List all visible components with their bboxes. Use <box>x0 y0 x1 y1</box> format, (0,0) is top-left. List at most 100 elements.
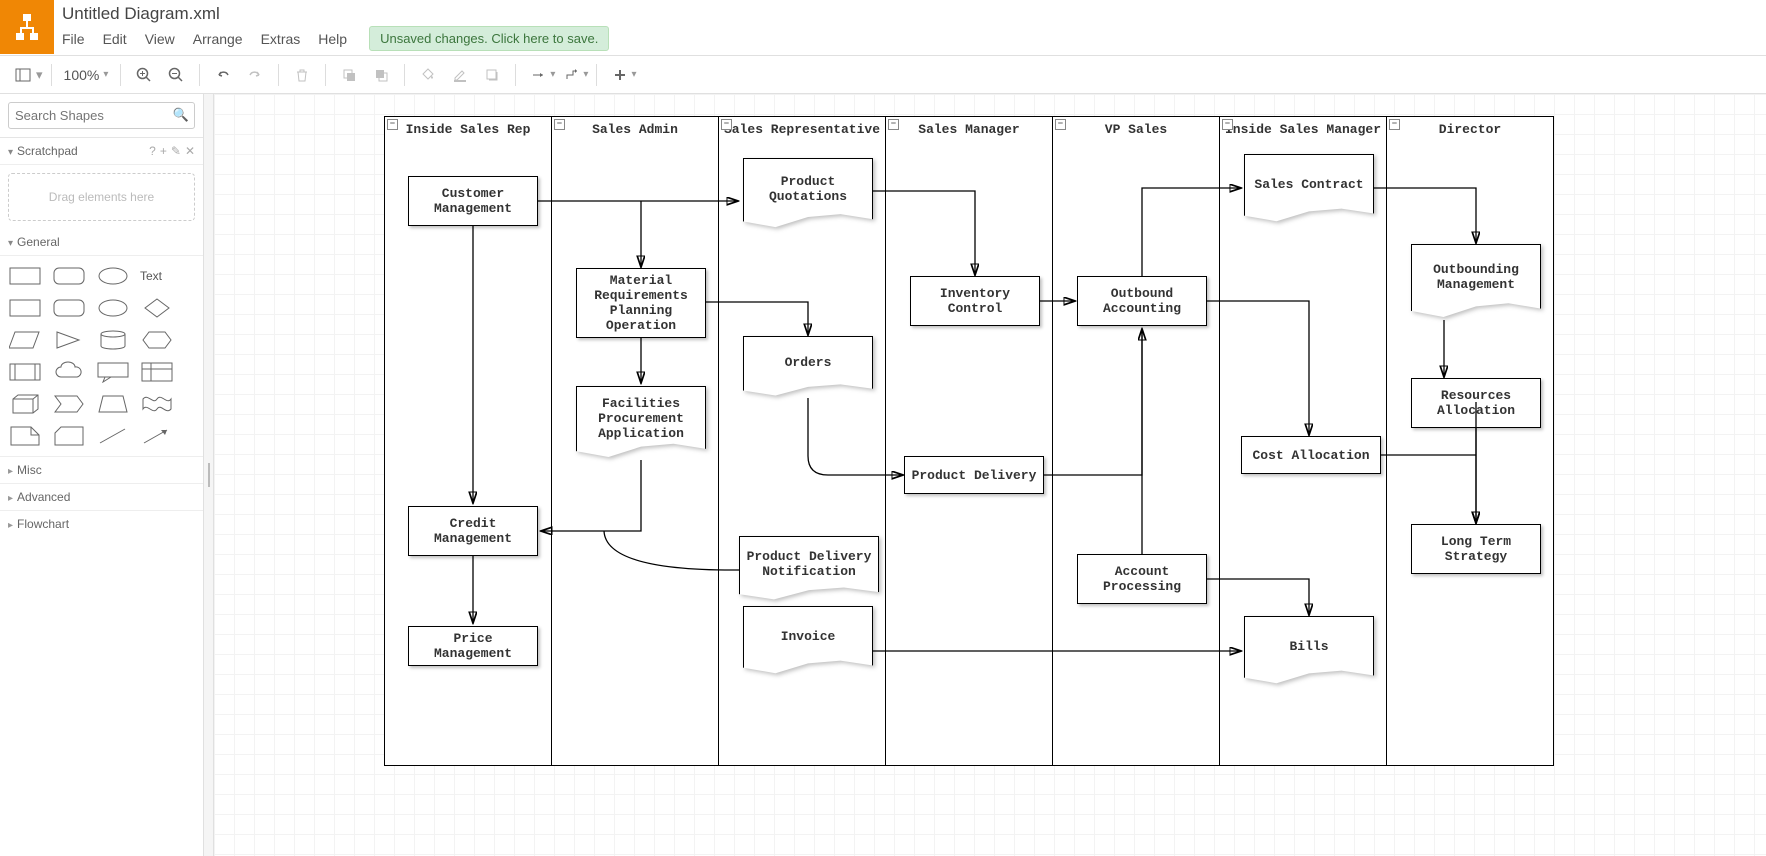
node-resources-alloc[interactable]: Resources Allocation <box>1411 378 1541 428</box>
lane-body[interactable] <box>1052 141 1220 766</box>
general-header[interactable]: ▾General <box>0 229 203 256</box>
shape-diamond[interactable] <box>140 296 174 320</box>
node-product-delivery[interactable]: Product Delivery <box>904 456 1044 494</box>
line-color-button[interactable] <box>445 60 475 90</box>
lane-header[interactable]: Director− <box>1386 116 1554 142</box>
shapes-palette: Text <box>0 256 203 456</box>
node-invoice[interactable]: Invoice <box>743 606 873 676</box>
shape-card[interactable] <box>52 424 86 448</box>
menubar: File Edit View Arrange Extras Help Unsav… <box>62 26 609 51</box>
zoom-in-button[interactable] <box>129 60 159 90</box>
shape-triangle[interactable] <box>52 328 86 352</box>
node-credit-management[interactable]: Credit Management <box>408 506 538 556</box>
node-account-proc[interactable]: Account Processing <box>1077 554 1207 604</box>
search-input[interactable] <box>8 102 195 129</box>
zoom-out-button[interactable] <box>161 60 191 90</box>
redo-button[interactable] <box>240 60 270 90</box>
category-misc[interactable]: Misc <box>0 456 203 483</box>
shape-process[interactable] <box>8 360 42 384</box>
menu-arrange[interactable]: Arrange <box>193 31 243 47</box>
to-back-button[interactable] <box>366 60 396 90</box>
menu-help[interactable]: Help <box>318 31 347 47</box>
scratchpad-help-icon[interactable]: ? <box>149 144 156 158</box>
collapse-icon[interactable]: − <box>1222 119 1233 130</box>
shape-rounded-rect-2[interactable] <box>52 296 86 320</box>
shape-cylinder[interactable] <box>96 328 130 352</box>
collapse-icon[interactable]: − <box>387 119 398 130</box>
scratchpad-add-icon[interactable]: + <box>160 144 167 158</box>
lane-header[interactable]: Sales Manager− <box>885 116 1053 142</box>
shape-step[interactable] <box>52 392 86 416</box>
collapse-icon[interactable]: − <box>1389 119 1400 130</box>
collapse-icon[interactable]: − <box>554 119 565 130</box>
node-product-quot[interactable]: Product Quotations <box>743 158 873 230</box>
shape-text[interactable]: Text <box>140 264 174 288</box>
lane-body[interactable] <box>1386 141 1554 766</box>
node-product-deliv-notif[interactable]: Product Delivery Notification <box>739 536 879 602</box>
node-customer-management[interactable]: Customer Management <box>408 176 538 226</box>
menu-extras[interactable]: Extras <box>261 31 301 47</box>
shape-table[interactable] <box>140 360 174 384</box>
delete-button[interactable] <box>287 60 317 90</box>
collapse-icon[interactable]: − <box>1055 119 1066 130</box>
save-message[interactable]: Unsaved changes. Click here to save. <box>369 26 609 51</box>
scratchpad-header[interactable]: ▾Scratchpad ? + ✎ ✕ <box>0 138 203 165</box>
shape-note[interactable] <box>8 424 42 448</box>
shape-parallelogram[interactable] <box>8 328 42 352</box>
shape-ellipse[interactable] <box>96 264 130 288</box>
node-material-req[interactable]: Material Requirements Planning Operation <box>576 268 706 338</box>
shape-cube[interactable] <box>8 392 42 416</box>
lane-body[interactable] <box>384 141 552 766</box>
shape-callout[interactable] <box>96 360 130 384</box>
shadow-button[interactable] <box>477 60 507 90</box>
shape-cloud[interactable] <box>52 360 86 384</box>
category-advanced[interactable]: Advanced <box>0 483 203 510</box>
scratchpad-close-icon[interactable]: ✕ <box>185 144 195 158</box>
shape-tape[interactable] <box>140 392 174 416</box>
node-facilities-proc[interactable]: Facilities Procurement Application <box>576 386 706 460</box>
view-mode-button[interactable] <box>8 60 38 90</box>
zoom-level[interactable]: 100%▾ <box>60 67 113 83</box>
to-front-button[interactable] <box>334 60 364 90</box>
scratchpad-edit-icon[interactable]: ✎ <box>171 144 181 158</box>
collapse-icon[interactable]: − <box>888 119 899 130</box>
category-flowchart[interactable]: Flowchart <box>0 510 203 537</box>
toolbar: ▾ 100%▾ ▾ ▾ ▾ <box>0 56 1766 94</box>
lane-header[interactable]: Inside Sales Rep− <box>384 116 552 142</box>
sidebar: 🔍 ▾Scratchpad ? + ✎ ✕ Drag elements here… <box>0 94 204 856</box>
menu-file[interactable]: File <box>62 31 85 47</box>
node-long-term-strat[interactable]: Long Term Strategy <box>1411 524 1541 574</box>
lane-header[interactable]: Sales Admin− <box>551 116 719 142</box>
canvas[interactable]: Inside Sales Rep−Sales Admin−Sales Repre… <box>214 94 1766 856</box>
lane-body[interactable] <box>885 141 1053 766</box>
shape-arrow[interactable] <box>140 424 174 448</box>
shape-rectangle-2[interactable] <box>8 296 42 320</box>
menu-edit[interactable]: Edit <box>103 31 127 47</box>
app-logo[interactable] <box>0 0 54 54</box>
shape-line[interactable] <box>96 424 130 448</box>
node-outbound-acct[interactable]: Outbound Accounting <box>1077 276 1207 326</box>
header: Untitled Diagram.xml File Edit View Arra… <box>0 0 1766 56</box>
scratchpad-dropzone[interactable]: Drag elements here <box>8 173 195 221</box>
node-bills[interactable]: Bills <box>1244 616 1374 686</box>
shape-rectangle[interactable] <box>8 264 42 288</box>
shape-hexagon[interactable] <box>140 328 174 352</box>
shape-rounded-rect[interactable] <box>52 264 86 288</box>
node-cost-alloc[interactable]: Cost Allocation <box>1241 436 1381 474</box>
undo-button[interactable] <box>208 60 238 90</box>
collapse-icon[interactable]: − <box>721 119 732 130</box>
lane-header[interactable]: Inside Sales Manager− <box>1219 116 1387 142</box>
sidebar-splitter[interactable] <box>204 94 214 856</box>
fill-color-button[interactable] <box>413 60 443 90</box>
node-inventory-ctrl[interactable]: Inventory Control <box>910 276 1040 326</box>
node-sales-contract[interactable]: Sales Contract <box>1244 154 1374 224</box>
menu-view[interactable]: View <box>145 31 175 47</box>
lane-header[interactable]: Sales Representative− <box>718 116 886 142</box>
document-title[interactable]: Untitled Diagram.xml <box>62 4 609 24</box>
node-price-management[interactable]: Price Management <box>408 626 538 666</box>
lane-header[interactable]: VP Sales− <box>1052 116 1220 142</box>
shape-ellipse-2[interactable] <box>96 296 130 320</box>
node-outbounding-mgmt[interactable]: Outbounding Management <box>1411 244 1541 320</box>
shape-trapezoid[interactable] <box>96 392 130 416</box>
node-orders[interactable]: Orders <box>743 336 873 398</box>
